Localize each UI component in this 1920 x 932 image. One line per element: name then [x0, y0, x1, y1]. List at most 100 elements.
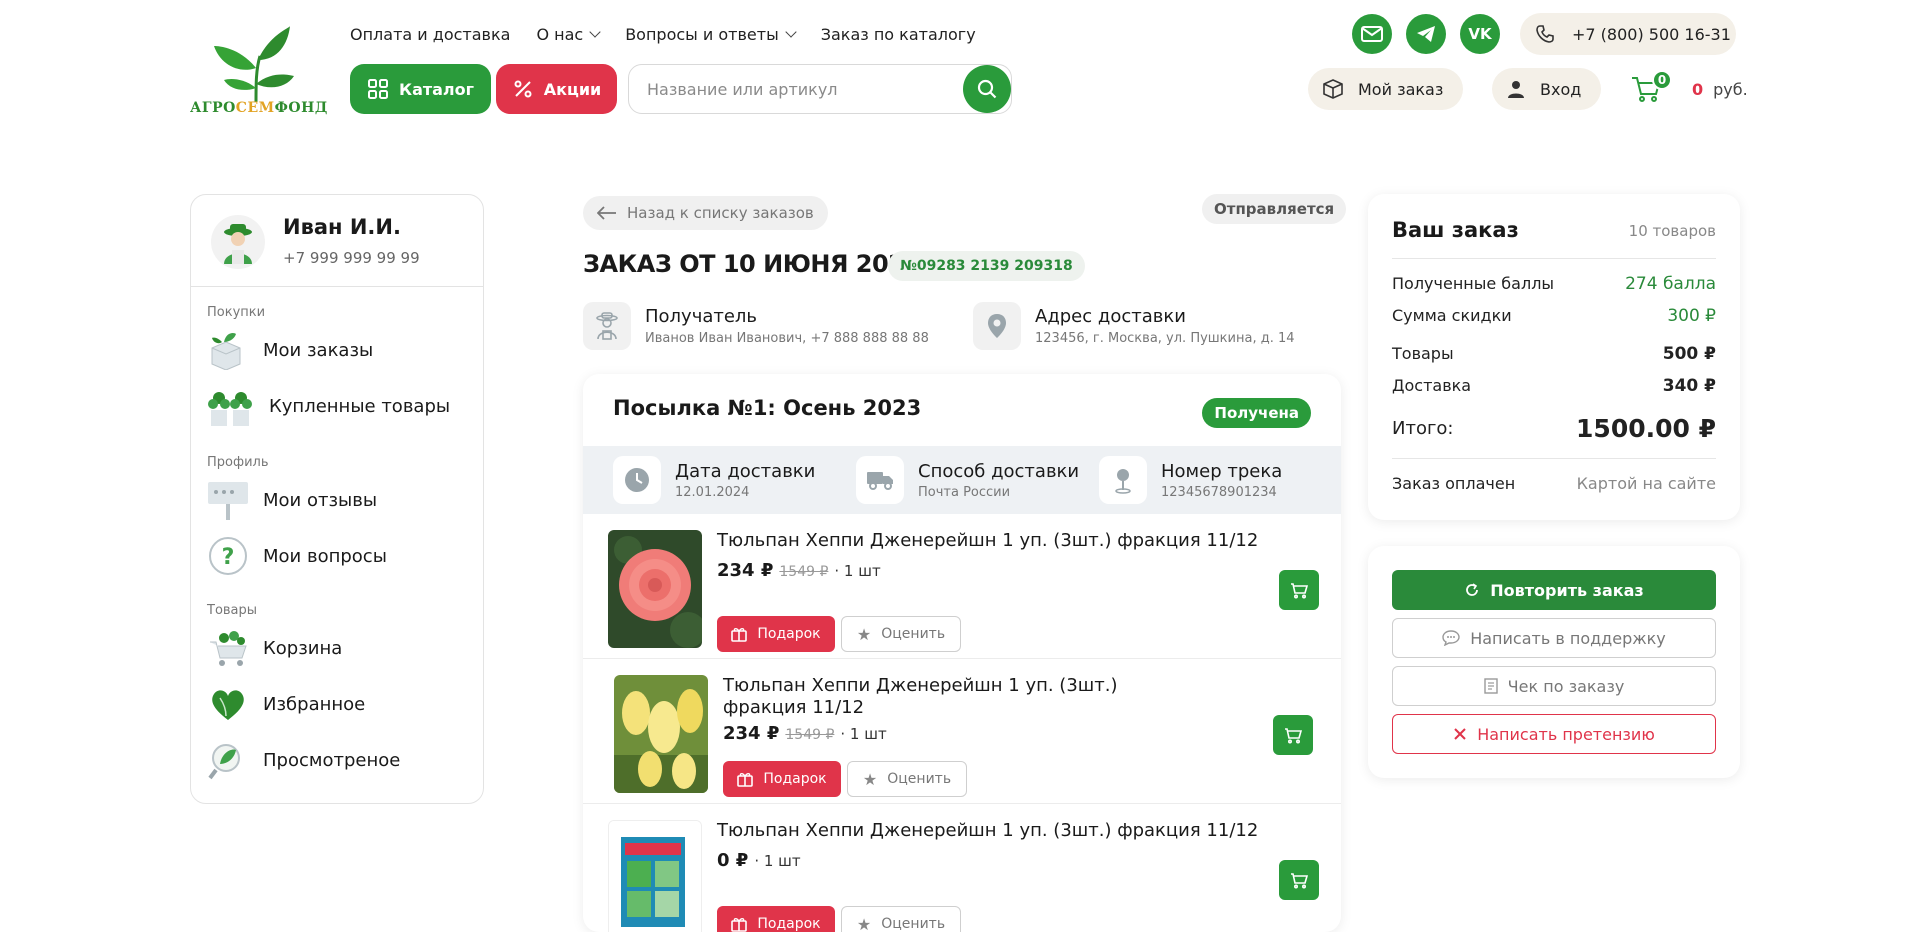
nav-catalog-order[interactable]: Заказ по каталогу: [821, 22, 976, 46]
gift-button[interactable]: Подарок: [717, 906, 835, 932]
recipient-icon: [583, 302, 631, 350]
summary-row-delivery: Доставка 340 ₽: [1392, 376, 1716, 396]
seedlings-icon: [207, 385, 255, 427]
add-to-cart-button[interactable]: [1279, 570, 1319, 610]
order-number-badge: №09283 2139 209318: [888, 251, 1085, 281]
profile-sidebar: Иван И.И. +7 999 999 99 99 Покупки Мои з…: [190, 194, 484, 804]
price-old: 1549 ₽: [779, 564, 829, 580]
price-current: 0 ₽: [717, 850, 749, 871]
summary-title: Ваш заказ: [1392, 218, 1519, 242]
gift-icon: [731, 918, 748, 932]
sidebar-item-bought[interactable]: Купленные товары: [207, 385, 450, 427]
sidebar-label-favorites: Избранное: [263, 693, 366, 715]
gift-icon: [731, 628, 748, 642]
delivery-date-info: Дата доставки 12.01.2024: [613, 456, 815, 504]
chevron-down-icon: [589, 26, 601, 38]
search-icon: [977, 79, 997, 99]
sidebar-label-bought: Купленные товары: [269, 395, 451, 417]
product-image-book[interactable]: [608, 820, 702, 932]
divider: [1392, 258, 1716, 259]
back-to-orders-button[interactable]: Назад к списку заказов: [583, 196, 828, 230]
telegram-social-button[interactable]: [1406, 14, 1446, 54]
gift-button[interactable]: Подарок: [717, 616, 835, 652]
product-price: 234 ₽ 1549 ₽ · 1 шт: [723, 723, 887, 744]
product-name[interactable]: Тюльпан Хеппи Дженерейшн 1 уп. (3шт.) фр…: [723, 675, 1183, 719]
repeat-order-button[interactable]: Повторить заказ: [1392, 570, 1716, 610]
phone-pill[interactable]: +7 (800) 500 16-31: [1520, 13, 1736, 55]
summary-row-paid: Заказ оплачен Картой на сайте: [1392, 474, 1716, 493]
add-to-cart-button[interactable]: [1279, 860, 1319, 900]
add-to-cart-button[interactable]: [1273, 715, 1313, 755]
star-icon: ★: [856, 624, 872, 644]
truck-icon: [856, 456, 904, 504]
search-input[interactable]: [629, 65, 963, 113]
rate-button[interactable]: ★ Оценить: [841, 906, 961, 932]
gift-button[interactable]: Подарок: [723, 761, 841, 797]
vk-social-button[interactable]: VK: [1460, 14, 1500, 54]
receipt-button[interactable]: Чек по заказу: [1392, 666, 1716, 706]
section-profile: Профиль: [207, 455, 269, 470]
claim-button[interactable]: Написать претензию: [1392, 714, 1716, 754]
nav-about[interactable]: О нас: [536, 22, 601, 46]
delivery-method-info: Способ доставки Почта России: [856, 456, 1079, 504]
sidebar-item-orders[interactable]: Мои заказы: [207, 329, 373, 371]
summary-row-points: Полученные баллы 274 балла: [1392, 274, 1716, 294]
email-social-button[interactable]: [1352, 14, 1392, 54]
summary-row-total: Итого: 1500.00 ₽: [1392, 414, 1716, 443]
section-purchases: Покупки: [207, 305, 266, 320]
location-pin-icon: [973, 302, 1021, 350]
sidebar-label-reviews: Мои отзывы: [263, 489, 378, 511]
search-bar: [628, 64, 1012, 114]
recipient-label: Получатель: [645, 306, 758, 327]
magnifier-leaf-icon: [207, 739, 249, 781]
search-button[interactable]: [963, 65, 1011, 113]
nav-payment-delivery[interactable]: Оплата и доставка: [350, 22, 510, 46]
plant-cart-icon: [207, 627, 249, 669]
address-info: Адрес доставки 123456, г. Москва, ул. Пу…: [973, 302, 1295, 350]
product-name[interactable]: Тюльпан Хеппи Дженерейшн 1 уп. (3шт.) фр…: [717, 530, 1258, 552]
cart-icon: [1291, 873, 1308, 889]
sidebar-item-cart[interactable]: Корзина: [207, 627, 342, 669]
site-logo[interactable]: АГРОСЕМФОНД: [190, 24, 327, 116]
receipt-label: Чек по заказу: [1507, 676, 1625, 696]
delivery-date-label: Дата доставки: [675, 460, 816, 482]
catalog-button[interactable]: Каталог: [350, 64, 491, 114]
product-name[interactable]: Тюльпан Хеппи Дженерейшн 1 уп. (3шт.) фр…: [717, 820, 1258, 842]
rate-button[interactable]: ★ Оценить: [847, 761, 967, 797]
avatar[interactable]: [211, 215, 265, 269]
summary-row-discount: Сумма скидки 300 ₽: [1392, 306, 1716, 326]
profile-phone: +7 999 999 99 99: [283, 249, 420, 267]
price-old: 1549 ₽: [785, 727, 835, 743]
order-status-badge: Отправляется: [1202, 194, 1347, 224]
gift-label: Подарок: [763, 771, 827, 787]
my-order-button[interactable]: Мой заказ: [1308, 68, 1464, 110]
product-image-rose[interactable]: [608, 530, 702, 648]
parcel-title: Посылка №1: Осень 2023: [613, 396, 922, 420]
sidebar-label-orders: Мои заказы: [263, 339, 374, 361]
rate-button[interactable]: ★ Оценить: [841, 616, 961, 652]
review-sign-icon: [207, 479, 249, 521]
cart-count-badge: 0: [1652, 70, 1672, 90]
sidebar-item-reviews[interactable]: Мои отзывы: [207, 479, 377, 521]
top-navigation: Оплата и доставка О нас Вопросы и ответы…: [350, 22, 976, 46]
boxes-icon: [207, 329, 249, 371]
sidebar-item-viewed[interactable]: Просмотреное: [207, 739, 400, 781]
svg-text:?: ?: [222, 545, 235, 570]
nav-faq[interactable]: Вопросы и ответы: [625, 22, 797, 46]
header-cart[interactable]: 0 0 руб.: [1630, 68, 1748, 110]
sidebar-item-favorites[interactable]: Избранное: [207, 683, 365, 725]
product-row: Тюльпан Хеппи Дженерейшн 1 уп. (3шт.) фр…: [583, 514, 1341, 659]
order-summary-card: Ваш заказ 10 товаров Полученные баллы 274…: [1368, 194, 1740, 520]
back-label: Назад к списку заказов: [627, 204, 814, 222]
sidebar-item-questions[interactable]: ? Мои вопросы: [207, 535, 387, 577]
summary-count: 10 товаров: [1628, 222, 1716, 240]
parcel-info-bar: Дата доставки 12.01.2024 Способ доставки П…: [583, 446, 1341, 514]
product-image-tulip[interactable]: [614, 675, 708, 793]
login-button[interactable]: Вход: [1492, 68, 1602, 110]
percent-icon: [514, 80, 532, 98]
support-button[interactable]: Написать в поддержку: [1392, 618, 1716, 658]
user-icon: [1508, 81, 1524, 98]
promo-button[interactable]: Акции: [496, 64, 617, 114]
product-row: Тюльпан Хеппи Дженерейшн 1 уп. (3шт.) фр…: [583, 804, 1341, 932]
phone-icon: [1536, 25, 1554, 43]
